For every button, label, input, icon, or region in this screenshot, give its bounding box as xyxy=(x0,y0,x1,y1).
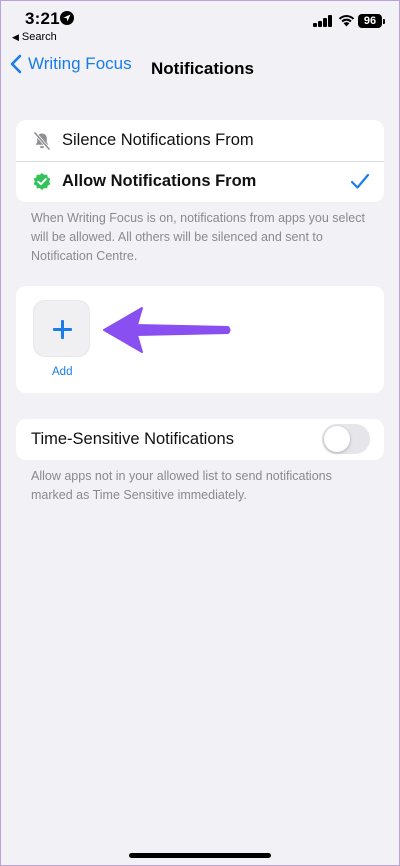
time-sensitive-description: Allow apps not in your allowed list to s… xyxy=(31,469,332,502)
annotation-arrow-icon xyxy=(103,307,231,353)
battery-icon: 96 xyxy=(358,14,385,28)
navigation-bar: Writing Focus Notifications xyxy=(0,50,400,86)
time-sensitive-toggle[interactable] xyxy=(322,424,370,454)
back-app-label: Search xyxy=(21,31,57,43)
home-indicator[interactable] xyxy=(129,853,271,858)
add-app-button[interactable] xyxy=(33,300,90,357)
verified-badge-icon xyxy=(33,173,51,190)
back-triangle-icon: ◀ xyxy=(12,32,19,42)
cellular-signal-icon xyxy=(313,15,333,27)
add-app-label: Add xyxy=(52,366,73,378)
notification-mode-group: Silence Notifications From Allow Notific… xyxy=(16,120,384,202)
status-time: 3:21 xyxy=(25,9,60,28)
battery-level: 96 xyxy=(363,15,377,27)
location-icon xyxy=(60,11,74,25)
silence-notifications-option[interactable]: Silence Notifications From xyxy=(16,120,384,161)
checkmark-icon xyxy=(350,173,370,189)
bell-slash-icon xyxy=(33,131,51,151)
chevron-left-icon xyxy=(10,54,22,74)
silence-notifications-label: Silence Notifications From xyxy=(62,131,254,149)
allow-notifications-label: Allow Notifications From xyxy=(62,172,257,190)
allow-notifications-option[interactable]: Allow Notifications From xyxy=(16,161,384,202)
time-sensitive-row: Time-Sensitive Notifications xyxy=(16,419,384,460)
mode-description: When Writing Focus is on, notifications … xyxy=(31,211,365,263)
back-to-app-link[interactable]: ◀ Search xyxy=(12,31,57,43)
page-title: Notifications xyxy=(151,59,254,78)
toggle-knob xyxy=(324,426,350,452)
back-button[interactable]: Writing Focus xyxy=(10,54,132,74)
time-sensitive-label: Time-Sensitive Notifications xyxy=(31,430,234,448)
status-bar: 3:21 ◀ Search 96 xyxy=(0,0,400,46)
allowed-apps-group: Add xyxy=(16,286,384,393)
back-button-label: Writing Focus xyxy=(28,54,132,73)
wifi-icon xyxy=(338,15,355,27)
